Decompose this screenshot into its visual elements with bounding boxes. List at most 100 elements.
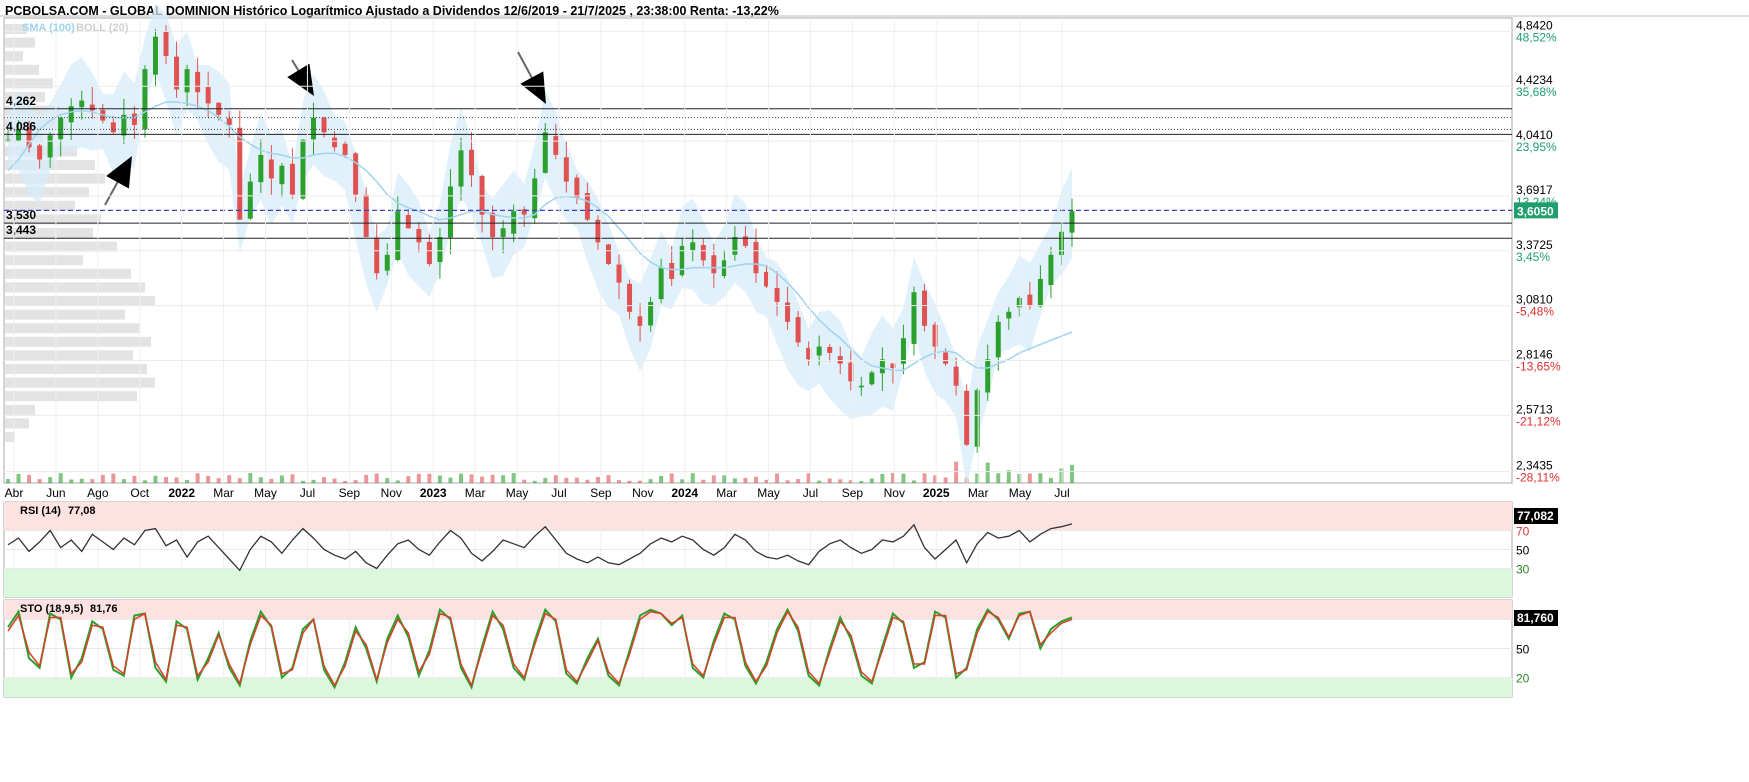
candle-body — [732, 237, 738, 255]
candle-body — [247, 181, 253, 219]
volume-bar — [648, 479, 653, 483]
volume-bar — [817, 480, 822, 483]
candle-body — [690, 242, 696, 251]
candle-body — [79, 100, 85, 108]
volume-bar — [195, 473, 200, 483]
volume-bar — [911, 480, 916, 483]
legend-boll: BOLL (20) — [76, 22, 129, 34]
volume-bar — [237, 478, 242, 483]
sto-level-label: 50 — [1516, 643, 1530, 657]
legend-sma: SMA (100) — [22, 22, 75, 34]
x-tick-label: Mar — [213, 486, 234, 500]
volume-bar — [374, 473, 379, 483]
volume-bar — [79, 478, 84, 483]
volume-bar — [58, 473, 63, 483]
x-tick-label: Nov — [884, 486, 905, 500]
candle-body — [469, 149, 475, 176]
candle-body — [384, 254, 390, 271]
candle-body — [184, 69, 190, 93]
candle-body — [922, 290, 928, 326]
x-tick-label: 2024 — [671, 486, 698, 500]
candle-body — [342, 143, 348, 155]
sto-panel: 50 20 STO (18,9,5) 81,76 81,760 — [4, 600, 1558, 697]
volume-bar — [27, 474, 32, 483]
x-tick-label: Jul — [551, 486, 566, 500]
x-tick-label: Mar — [968, 486, 989, 500]
rsi-label: RSI (14) — [20, 505, 61, 517]
candle-body — [500, 228, 506, 237]
volume-bar — [753, 476, 758, 483]
x-tick-label: 2023 — [420, 486, 447, 500]
volume-bar — [343, 480, 348, 483]
y-tick-pct: -13,65% — [1516, 360, 1561, 374]
x-tick-label: Ago — [87, 486, 109, 500]
volume-bar — [100, 474, 105, 483]
volume-bar — [406, 476, 411, 483]
sto-label: STO (18,9,5) — [20, 603, 84, 615]
sto-current-value: 81,760 — [1517, 611, 1554, 625]
volume-bar — [185, 479, 190, 483]
volume-bar — [153, 475, 158, 483]
candle-body — [1048, 254, 1054, 285]
volume-bar — [416, 473, 421, 483]
volume-bar — [617, 480, 622, 483]
volume-bar — [627, 480, 632, 483]
candle-body — [985, 359, 991, 393]
volume-profile-bar — [5, 336, 151, 347]
volume-bar — [206, 475, 211, 483]
volume-profile-bar — [5, 391, 137, 402]
candle-body — [300, 139, 306, 199]
volume-bar — [585, 479, 590, 483]
volume-profile-bar — [5, 309, 125, 320]
volume-bar — [311, 479, 316, 483]
volume-bar — [111, 473, 116, 483]
volume-bar — [511, 473, 516, 483]
volume-bar — [132, 475, 137, 483]
candle-body — [321, 117, 327, 133]
x-tick-label: 2022 — [168, 486, 195, 500]
volume-bar — [90, 479, 95, 483]
volume-bar — [490, 474, 495, 483]
sto-value: 81,76 — [90, 603, 118, 615]
volume-bar — [1048, 477, 1053, 483]
volume-bar — [427, 473, 432, 483]
rsi-oversold-zone — [4, 568, 1512, 597]
volume-bar — [690, 473, 695, 483]
candle-body — [1069, 211, 1075, 233]
volume-bar — [869, 478, 874, 483]
volume-profile-bar — [5, 350, 133, 361]
volume-bar — [437, 475, 442, 483]
candle-body — [711, 255, 717, 274]
volume-bar — [142, 480, 147, 483]
volume-bar — [996, 473, 1001, 483]
candle-body — [311, 117, 317, 140]
candle-body — [1006, 311, 1012, 319]
volume-bar — [121, 479, 126, 483]
y-tick-pct: 13,24% — [1516, 195, 1557, 209]
rsi-level-label: 70 — [1516, 525, 1530, 539]
volume-bar — [522, 479, 527, 483]
candle-body — [816, 346, 822, 356]
rsi-level-label: 50 — [1516, 544, 1530, 558]
volume-profile-bar — [5, 78, 53, 89]
candle-body — [89, 104, 95, 111]
candle-body — [605, 244, 611, 264]
volume-bar — [922, 473, 927, 483]
candle-body — [47, 135, 53, 158]
candle-body — [869, 372, 875, 385]
candle-body — [553, 136, 559, 155]
candle-body — [753, 241, 759, 274]
candle-body — [395, 211, 401, 261]
y-tick-pct: 48,52% — [1516, 30, 1557, 44]
candle-body — [974, 390, 980, 447]
volume-bar — [458, 473, 463, 483]
candle-body — [131, 113, 137, 125]
volume-profile-bar — [5, 241, 117, 252]
volume-profile-bar — [5, 282, 145, 293]
candle-body — [932, 324, 938, 347]
volume-profile-bar — [5, 37, 35, 48]
volume-bar — [785, 480, 790, 483]
candle-body — [405, 215, 411, 229]
candle-body — [37, 145, 43, 160]
candle-body — [258, 154, 264, 183]
